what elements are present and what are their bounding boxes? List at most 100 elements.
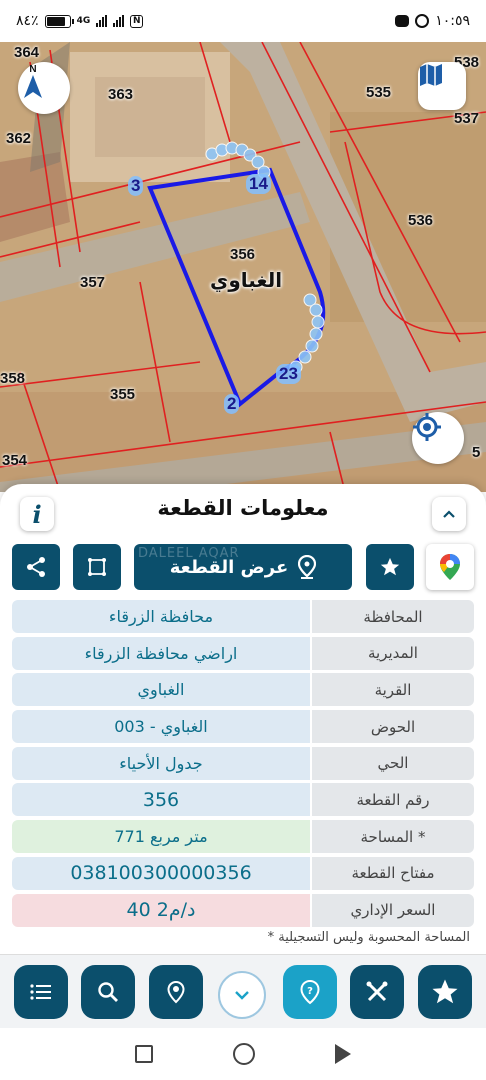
village-label: الغباوي (210, 268, 283, 292)
detail-row-plot-number: 356 رقم القطعة (12, 783, 474, 817)
collapse-button[interactable] (432, 497, 466, 531)
parcel-number-354: 354 (2, 452, 28, 469)
show-plot-label: عرض القطعة (169, 556, 289, 578)
my-location-button[interactable] (412, 412, 464, 464)
detail-row-governorate: محافظة الزرقاء المحافظة (12, 600, 474, 633)
share-icon (27, 557, 45, 577)
parcel-number-362: 362 (6, 130, 32, 147)
parcel-number-5: 5 (472, 444, 481, 461)
menu-button[interactable] (14, 965, 68, 1019)
favorite-button[interactable] (366, 544, 414, 590)
detail-row-basin: الغباوي - 003 الحوض (12, 710, 474, 744)
home-button[interactable] (233, 1043, 255, 1065)
map-view[interactable]: 364 363 362 357 356 358 355 354 535 536 … (0, 42, 486, 492)
plot-details-table: محافظة الزرقاء المحافظة اراضي محافظة الز… (12, 600, 474, 930)
search-button[interactable] (81, 965, 135, 1019)
parcel-number-356: 356 (230, 246, 256, 263)
admin-price-label: السعر الإداري (312, 893, 474, 927)
clock-time: ١٠:٥٩ (435, 13, 470, 29)
panel-title: معلومات القطعة (157, 496, 329, 520)
parcel-number-364: 364 (14, 44, 40, 61)
nfc-icon: N (130, 14, 144, 28)
map-layers-button[interactable] (418, 62, 466, 110)
area-label: المساحة * (312, 820, 474, 854)
plot-number-label: رقم القطعة (312, 783, 474, 817)
share-button[interactable] (12, 544, 60, 590)
tools-icon (366, 981, 388, 1002)
tools-button[interactable] (350, 965, 404, 1019)
detail-row-area: 771 متر مربع المساحة * (12, 820, 474, 854)
parcel-number-357: 357 (80, 274, 106, 291)
star-icon (432, 979, 458, 1004)
plot-key-value: 038100300000356 (12, 856, 310, 890)
detail-row-neighborhood: جدول الأحياء الحي (12, 746, 474, 780)
chevron-up-icon (443, 510, 455, 518)
compass-icon: N (24, 64, 42, 98)
network-type: 4G (76, 16, 91, 26)
plot-actions: عرض القطعة (12, 544, 474, 590)
village-value: الغباوي (12, 673, 310, 707)
back-button[interactable] (335, 1044, 351, 1064)
admin-price-value: 40 د/م2 (12, 893, 310, 927)
plot-number-value: 356 (12, 783, 310, 817)
crosshair-icon (413, 413, 441, 441)
boundary-button[interactable] (73, 544, 121, 590)
governorate-value: محافظة الزرقاء (12, 600, 310, 633)
vertex-label-3: 3 (128, 176, 144, 196)
map-icon (420, 64, 442, 86)
plot-info-panel: i معلومات القطعة عرض القطعة DALEEL AQAR … (0, 484, 486, 954)
whatsapp-icon (415, 14, 430, 28)
parcel-number-537: 537 (454, 110, 480, 127)
detail-row-directorate: اراضي محافظة الزرقاء المديرية (12, 636, 474, 670)
pin-question-icon: ? (300, 979, 320, 1005)
star-icon (380, 557, 400, 576)
parcel-number-358: 358 (0, 370, 26, 387)
location-marker-icon (167, 980, 185, 1004)
battery-percent: ٨٤٪ (16, 13, 39, 29)
location-search-button[interactable] (149, 965, 203, 1019)
governorate-label: المحافظة (312, 600, 474, 633)
signal-2-icon (113, 15, 125, 27)
chevron-down-icon (235, 991, 249, 1000)
battery-fill (46, 16, 65, 26)
detail-row-plot-key: 038100300000356 مفتاح القطعة (12, 856, 474, 890)
neighborhood-value: جدول الأحياء (12, 746, 310, 780)
location-pin-icon (298, 555, 317, 579)
directorate-label: المديرية (312, 636, 474, 670)
recents-button[interactable] (135, 1045, 153, 1063)
vertex-label-14: 14 (246, 174, 271, 194)
detail-row-village: الغباوي القرية (12, 673, 474, 707)
area-value: 771 متر مربع (12, 820, 310, 854)
directorate-value: اراضي محافظة الزرقاء (12, 636, 310, 670)
bottom-toolbar: ? (0, 954, 486, 1028)
chat-icon (395, 15, 410, 27)
google-maps-button[interactable] (426, 544, 474, 590)
compass-north-label: N (29, 64, 36, 75)
status-bar: ٨٤٪ 4G N ١٠:٥٩ (0, 0, 486, 42)
favorites-button[interactable] (418, 965, 472, 1019)
parcel-number-536: 536 (408, 212, 434, 229)
basin-value: الغباوي - 003 (12, 710, 310, 744)
vertex-label-23: 23 (276, 364, 301, 384)
basin-label: الحوض (312, 710, 474, 744)
parcel-number-363: 363 (108, 86, 134, 103)
battery-icon (44, 14, 74, 28)
google-maps-pin-icon (440, 554, 460, 580)
show-plot-button[interactable]: عرض القطعة (134, 544, 352, 590)
status-right: ١٠:٥٩ (395, 13, 470, 29)
neighborhood-label: الحي (312, 746, 474, 780)
parcel-number-355: 355 (110, 386, 136, 403)
app-screen: ٨٤٪ 4G N ١٠:٥٩ 364 363 362 357 356 358 3… (0, 0, 486, 1080)
status-left: ٨٤٪ 4G N (16, 13, 144, 29)
expand-toolbar-button[interactable] (218, 971, 266, 1019)
compass-button[interactable]: N (18, 62, 70, 114)
village-label-cell: القرية (312, 673, 474, 707)
polygon-icon (88, 558, 106, 576)
signal-icon (96, 15, 108, 27)
plot-info-tab-button[interactable]: ? (283, 965, 337, 1019)
list-icon (30, 984, 51, 1000)
system-nav-bar (0, 1028, 486, 1080)
plot-key-label: مفتاح القطعة (312, 856, 474, 890)
search-icon (98, 982, 118, 1002)
svg-text:?: ? (307, 986, 313, 997)
